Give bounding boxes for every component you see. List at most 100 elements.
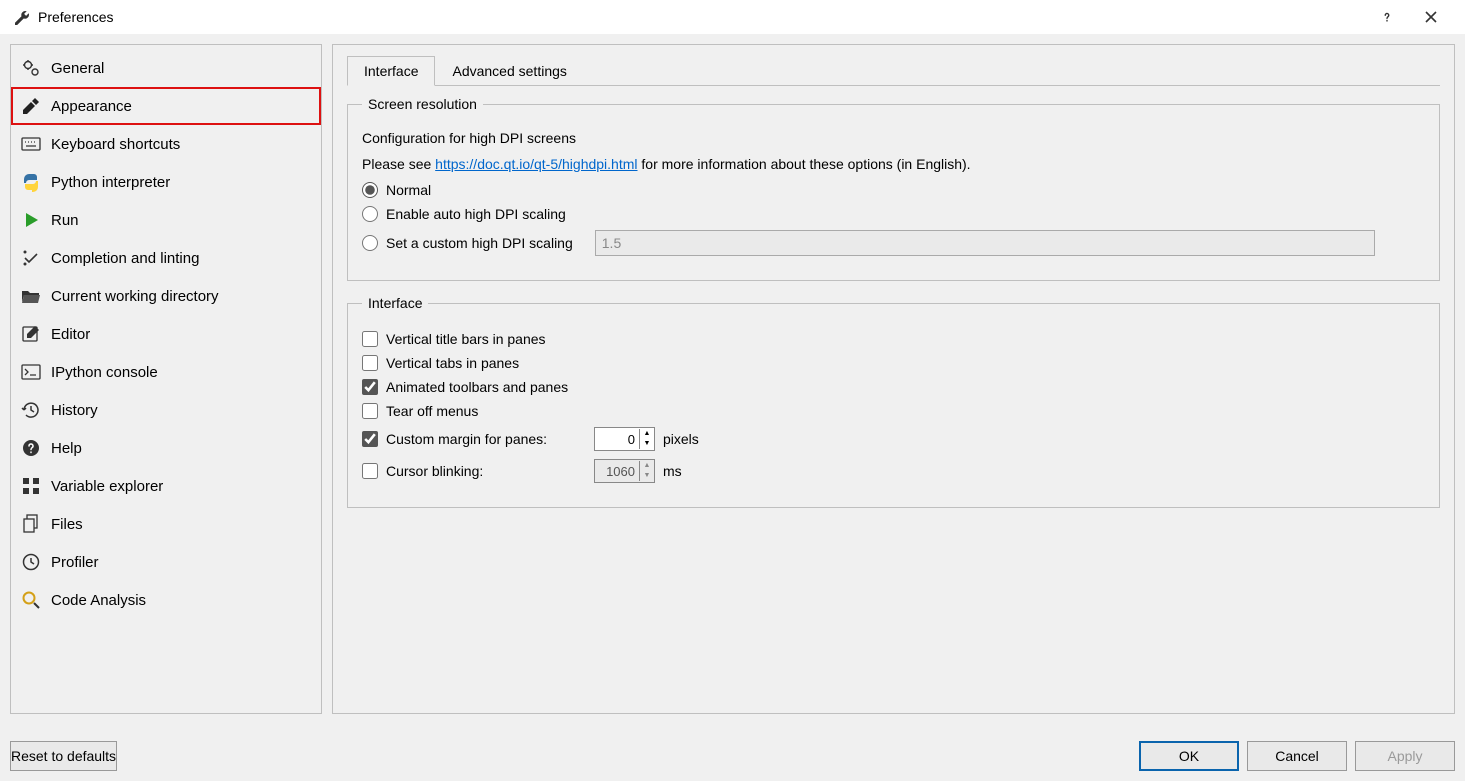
- check-margin[interactable]: [362, 431, 378, 447]
- spin-down-icon[interactable]: ▼: [640, 439, 654, 449]
- pixels-label: pixels: [663, 431, 699, 447]
- help-icon: [19, 436, 43, 460]
- margin-spinbox[interactable]: ▲▼: [594, 427, 655, 451]
- dpi-subtitle: Configuration for high DPI screens: [362, 130, 1425, 146]
- custom-dpi-input[interactable]: [595, 230, 1375, 256]
- radio-normal-row[interactable]: Normal: [362, 182, 1425, 198]
- radio-custom-row[interactable]: Set a custom high DPI scaling: [362, 230, 1425, 256]
- grid-icon: [19, 474, 43, 498]
- legend-interface: Interface: [362, 295, 428, 311]
- check-vertical-tabs[interactable]: [362, 355, 378, 371]
- sidebar-item-ipython[interactable]: IPython console: [11, 353, 321, 391]
- cancel-button[interactable]: Cancel: [1247, 741, 1347, 771]
- sidebar-item-label: Python interpreter: [51, 174, 170, 191]
- check-margin-row: Custom margin for panes: ▲▼ pixels: [362, 427, 1425, 451]
- check-vertical-title[interactable]: [362, 331, 378, 347]
- check-animated-label: Animated toolbars and panes: [386, 379, 568, 395]
- radio-auto-row[interactable]: Enable auto high DPI scaling: [362, 206, 1425, 222]
- see-prefix: Please see: [362, 156, 435, 172]
- sidebar-item-profiler[interactable]: Profiler: [11, 543, 321, 581]
- radio-auto-label: Enable auto high DPI scaling: [386, 206, 566, 222]
- cursor-value[interactable]: [595, 464, 639, 479]
- keyboard-icon: [19, 132, 43, 156]
- sidebar-item-keyboard[interactable]: Keyboard shortcuts: [11, 125, 321, 163]
- sidebar-item-label: Completion and linting: [51, 250, 199, 267]
- ok-button[interactable]: OK: [1139, 741, 1239, 771]
- sidebar-item-run[interactable]: Run: [11, 201, 321, 239]
- sidebar-item-completion[interactable]: Completion and linting: [11, 239, 321, 277]
- check-vertical-title-row[interactable]: Vertical title bars in panes: [362, 331, 1425, 347]
- spin-up-icon[interactable]: ▲: [640, 461, 654, 471]
- edit-icon: [19, 322, 43, 346]
- history-icon: [19, 398, 43, 422]
- legend-screen-resolution: Screen resolution: [362, 96, 483, 112]
- sidebar-item-help[interactable]: Help: [11, 429, 321, 467]
- check-animated-row[interactable]: Animated toolbars and panes: [362, 379, 1425, 395]
- sidebar-item-label: Files: [51, 516, 83, 533]
- window-title: Preferences: [38, 9, 113, 25]
- sidebar-item-label: Run: [51, 212, 79, 229]
- ms-label: ms: [663, 463, 682, 479]
- check-vertical-title-label: Vertical title bars in panes: [386, 331, 546, 347]
- folder-open-icon: [19, 284, 43, 308]
- sidebar-item-history[interactable]: History: [11, 391, 321, 429]
- tab-interface[interactable]: Interface: [347, 56, 435, 86]
- titlebar: Preferences: [0, 0, 1465, 34]
- check-tearoff[interactable]: [362, 403, 378, 419]
- check-animated[interactable]: [362, 379, 378, 395]
- dpi-doc-link[interactable]: https://doc.qt.io/qt-5/highdpi.html: [435, 156, 637, 172]
- sidebar-item-python[interactable]: Python interpreter: [11, 163, 321, 201]
- check-margin-label: Custom margin for panes:: [386, 431, 586, 447]
- sidebar-item-label: Editor: [51, 326, 90, 343]
- completion-icon: [19, 246, 43, 270]
- magnifier-icon: [19, 588, 43, 612]
- clock-icon: [19, 550, 43, 574]
- sidebar-item-appearance[interactable]: Appearance: [11, 87, 321, 125]
- wrench-icon: [12, 8, 30, 26]
- spin-up-icon[interactable]: ▲: [640, 429, 654, 439]
- sidebar-item-cwd[interactable]: Current working directory: [11, 277, 321, 315]
- sidebar-item-editor[interactable]: Editor: [11, 315, 321, 353]
- spin-down-icon[interactable]: ▼: [640, 471, 654, 481]
- radio-normal[interactable]: [362, 182, 378, 198]
- check-tearoff-label: Tear off menus: [386, 403, 478, 419]
- check-tearoff-row[interactable]: Tear off menus: [362, 403, 1425, 419]
- margin-value[interactable]: [595, 432, 639, 447]
- radio-auto[interactable]: [362, 206, 378, 222]
- sidebar-item-label: Appearance: [51, 98, 132, 115]
- check-vertical-tabs-label: Vertical tabs in panes: [386, 355, 519, 371]
- tab-bar: Interface Advanced settings: [347, 55, 1440, 86]
- sidebar-item-label: Code Analysis: [51, 592, 146, 609]
- sidebar-item-label: General: [51, 60, 104, 77]
- check-cursor-label: Cursor blinking:: [386, 463, 586, 479]
- gears-icon: [19, 56, 43, 80]
- sidebar-item-files[interactable]: Files: [11, 505, 321, 543]
- sidebar-item-label: Profiler: [51, 554, 99, 571]
- sidebar-item-label: IPython console: [51, 364, 158, 381]
- eyedropper-icon: [19, 94, 43, 118]
- reset-button[interactable]: Reset to defaults: [10, 741, 117, 771]
- dpi-see-line: Please see https://doc.qt.io/qt-5/highdp…: [362, 156, 1425, 172]
- play-icon: [19, 208, 43, 232]
- check-vertical-tabs-row[interactable]: Vertical tabs in panes: [362, 355, 1425, 371]
- radio-custom-label: Set a custom high DPI scaling: [386, 235, 573, 251]
- see-suffix: for more information about these options…: [638, 156, 971, 172]
- sidebar-item-code-analysis[interactable]: Code Analysis: [11, 581, 321, 619]
- sidebar-item-label: Help: [51, 440, 82, 457]
- radio-custom[interactable]: [362, 235, 378, 251]
- sidebar-item-label: History: [51, 402, 98, 419]
- tab-advanced[interactable]: Advanced settings: [435, 56, 583, 86]
- sidebar: General Appearance Keyboard shortcuts Py…: [10, 44, 322, 714]
- check-cursor[interactable]: [362, 463, 378, 479]
- sidebar-item-label: Variable explorer: [51, 478, 163, 495]
- group-interface: Interface Vertical title bars in panes V…: [347, 295, 1440, 508]
- close-button[interactable]: [1409, 0, 1453, 34]
- check-cursor-row: Cursor blinking: ▲▼ ms: [362, 459, 1425, 483]
- help-button[interactable]: [1365, 0, 1409, 34]
- apply-button[interactable]: Apply: [1355, 741, 1455, 771]
- footer: Reset to defaults OK Cancel Apply: [10, 741, 1455, 771]
- sidebar-item-variable-explorer[interactable]: Variable explorer: [11, 467, 321, 505]
- sidebar-item-general[interactable]: General: [11, 49, 321, 87]
- cursor-spinbox[interactable]: ▲▼: [594, 459, 655, 483]
- sidebar-item-label: Current working directory: [51, 288, 219, 305]
